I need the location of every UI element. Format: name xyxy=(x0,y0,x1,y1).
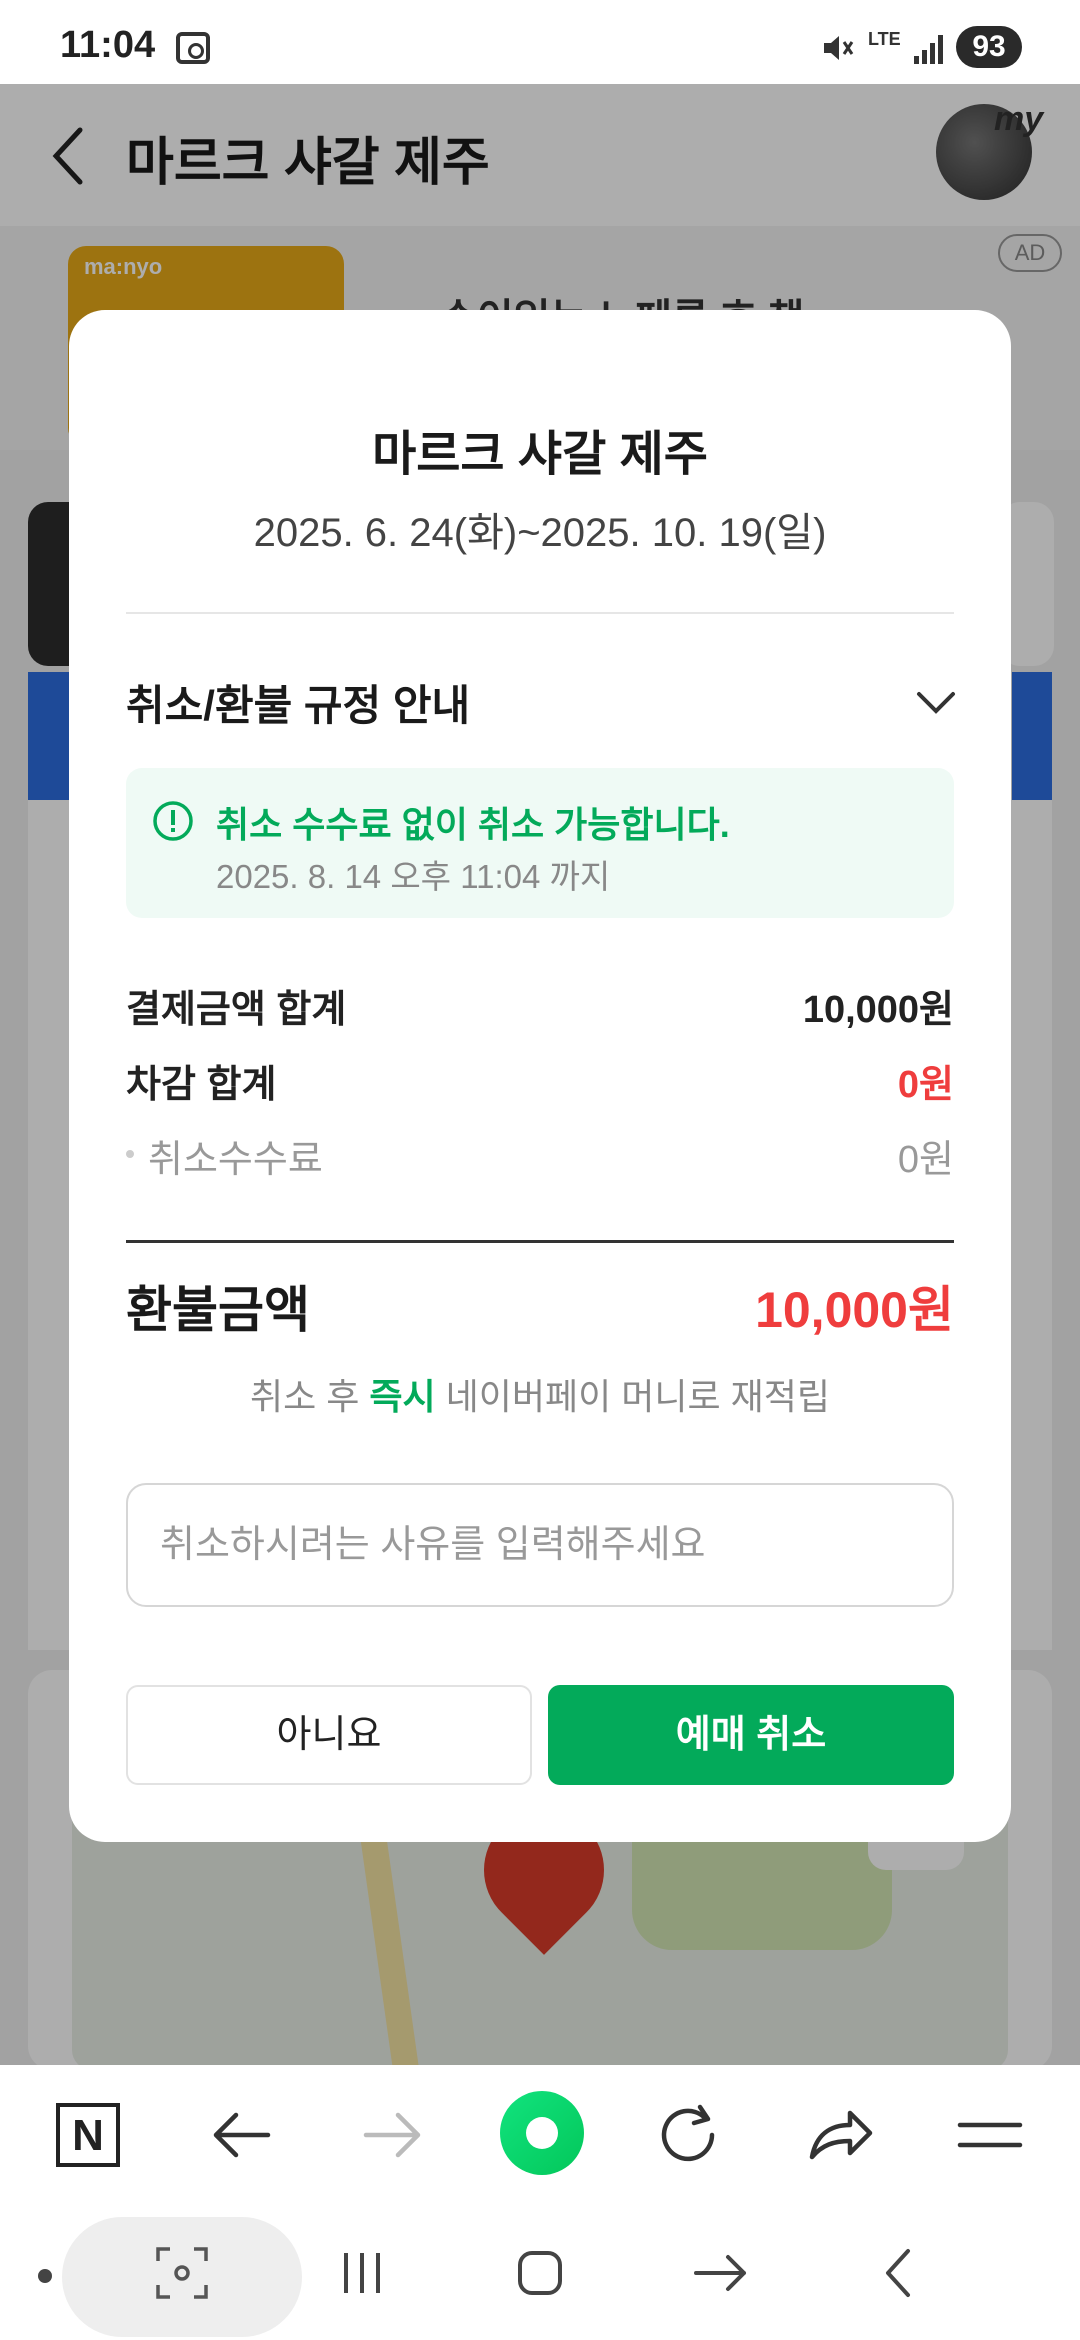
cancel-reason-input[interactable] xyxy=(126,1483,954,1607)
modal-title: 마르크 샤갈 제주 xyxy=(372,428,708,481)
cancel-modal: 마르크 샤갈 제주 2025. 6. 24(화)~2025. 10. 19(일)… xyxy=(69,310,1011,1842)
system-nav-bar xyxy=(0,2207,1080,2340)
screenshot-icon xyxy=(176,32,210,64)
nav-dot xyxy=(38,2269,52,2283)
refund-note: 취소 후 즉시 네이버페이 머니로 재적립 xyxy=(69,1368,1011,1420)
mute-icon xyxy=(824,36,854,60)
menu-icon[interactable] xyxy=(950,2095,1030,2175)
refund-policy-heading: 취소/환불 규정 안내 xyxy=(126,682,471,729)
recents-icon[interactable] xyxy=(332,2243,392,2303)
cancel-fee-label: 취소수수료 xyxy=(148,1139,323,1181)
forward-nav-icon[interactable] xyxy=(690,2243,750,2303)
modal-dates: 2025. 6. 24(화)~2025. 10. 19(일) xyxy=(253,511,827,555)
refund-note-post: 네이버페이 머니로 재적립 xyxy=(435,1376,830,1417)
back-nav-icon[interactable] xyxy=(870,2243,930,2303)
naver-home-icon[interactable]: N xyxy=(56,2103,120,2167)
info-icon xyxy=(153,801,193,841)
refund-note-highlight: 즉시 xyxy=(369,1376,436,1417)
status-time: 11:04 xyxy=(60,24,156,66)
notice-box: 취소 수수료 없이 취소 가능합니다. 2025. 8. 14 오후 11:04… xyxy=(126,768,954,918)
deduction-total-value: 0원 xyxy=(897,1064,954,1106)
deduction-total-label: 차감 합계 xyxy=(126,1064,277,1106)
payment-total-value: 10,000원 xyxy=(802,989,954,1031)
green-dot-icon[interactable] xyxy=(500,2091,584,2175)
cancel-fee-value: 0원 xyxy=(897,1139,954,1181)
forward-icon[interactable] xyxy=(352,2095,432,2175)
signal-icon xyxy=(914,35,943,64)
notice-deadline: 2025. 8. 14 오후 11:04 까지 xyxy=(216,858,611,895)
cancel-booking-button[interactable]: 예매 취소 xyxy=(548,1685,954,1785)
refund-note-pre: 취소 후 xyxy=(250,1376,370,1417)
bullet-dot xyxy=(126,1150,134,1158)
deduction-total-row: 차감 합계 0원 xyxy=(126,1053,954,1113)
cancel-fee-row: 취소수수료 0원 xyxy=(126,1128,954,1188)
refund-amount-label: 환불금액 xyxy=(126,1282,310,1338)
lte-indicator: LTE xyxy=(868,29,901,49)
no-button[interactable]: 아니요 xyxy=(126,1685,532,1785)
refresh-icon[interactable] xyxy=(650,2095,730,2175)
refund-amount-row: 환불금액 10,000원 xyxy=(126,1270,954,1350)
browser-toolbar: N xyxy=(0,2065,1080,2207)
home-icon[interactable] xyxy=(510,2243,570,2303)
refund-amount-value: 10,000원 xyxy=(755,1282,954,1338)
back-icon[interactable] xyxy=(202,2095,282,2175)
capture-icon[interactable] xyxy=(152,2243,212,2303)
share-icon[interactable] xyxy=(800,2095,880,2175)
payment-total-label: 결제금액 합계 xyxy=(126,989,347,1031)
divider-strong xyxy=(126,1240,954,1243)
status-bar: 11:04 LTE 93 xyxy=(0,0,1080,84)
divider xyxy=(126,612,954,614)
notice-text: 취소 수수료 없이 취소 가능합니다. xyxy=(216,804,730,845)
battery-indicator: 93 xyxy=(956,26,1022,68)
chevron-down-icon[interactable] xyxy=(915,682,957,724)
payment-total-row: 결제금액 합계 10,000원 xyxy=(126,978,954,1038)
